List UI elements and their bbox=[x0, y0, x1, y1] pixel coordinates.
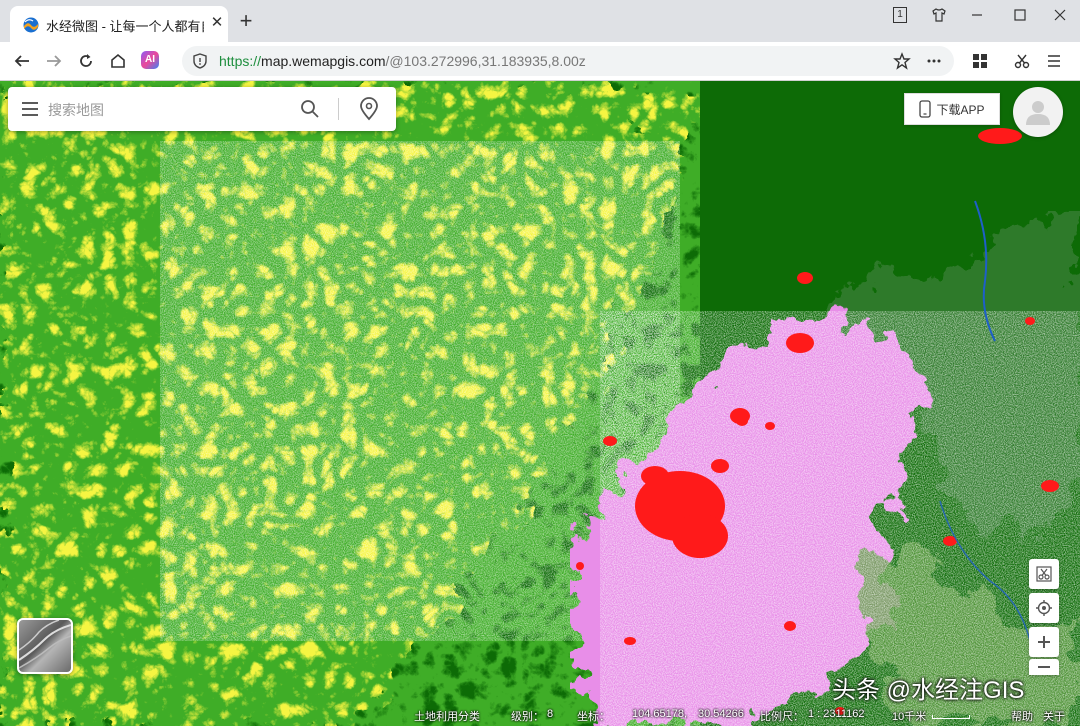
plus-icon bbox=[1038, 636, 1050, 648]
ai-extension-icon[interactable]: AI bbox=[141, 51, 159, 69]
scale-bar-label: 10千米 bbox=[892, 711, 927, 723]
location-pin-icon[interactable] bbox=[359, 97, 379, 121]
download-app-label: 下载APP bbox=[936, 102, 985, 117]
browser-toolbar: AI https://map.wemapgis.com/@103.272996,… bbox=[0, 42, 1080, 81]
map-status-bar: 土地利用分类 级别： 8 坐标： 104.65178, 30.54266 比例尺… bbox=[0, 704, 1080, 726]
level-value: 8 bbox=[547, 708, 554, 720]
title-bar: 水经微图 - 让每一个人都有自 ✕ + 1 bbox=[0, 0, 1080, 42]
scale-bar bbox=[932, 715, 970, 719]
hamburger-menu-icon[interactable] bbox=[21, 101, 39, 117]
coord-lat: 30.54266 bbox=[698, 708, 744, 720]
level-label: 级别： bbox=[511, 711, 544, 723]
url-text[interactable]: https://map.wemapgis.com/@103.272996,31.… bbox=[219, 53, 586, 69]
phone-icon bbox=[919, 100, 932, 118]
search-input[interactable] bbox=[46, 97, 290, 123]
new-tab-icon[interactable]: + bbox=[236, 10, 256, 32]
basemap-switcher[interactable] bbox=[17, 618, 73, 674]
apps-grid-icon[interactable] bbox=[968, 49, 992, 73]
scale-value: 1 : 2311162 bbox=[808, 708, 865, 720]
home-icon[interactable] bbox=[106, 49, 130, 73]
map-search-box bbox=[8, 87, 396, 131]
menu-icon[interactable] bbox=[1042, 49, 1066, 73]
wemap-favicon-icon bbox=[23, 17, 39, 33]
browser-tab[interactable]: 水经微图 - 让每一个人都有自 ✕ bbox=[10, 6, 228, 42]
more-dots-icon[interactable] bbox=[922, 49, 946, 73]
land-use-map-image bbox=[0, 81, 1080, 726]
close-window-icon[interactable] bbox=[1046, 4, 1074, 26]
screenshot-tool-button[interactable] bbox=[1029, 559, 1059, 589]
tab-title: 水经微图 - 让每一个人都有自 bbox=[46, 19, 204, 34]
search-icon[interactable] bbox=[300, 99, 320, 119]
coord-label: 坐标： bbox=[577, 711, 610, 723]
layer-name: 土地利用分类 bbox=[414, 711, 480, 723]
address-bar[interactable]: https://map.wemapgis.com/@103.272996,31.… bbox=[182, 46, 954, 76]
zoom-out-button[interactable] bbox=[1029, 659, 1059, 675]
skin-shirt-icon[interactable] bbox=[925, 4, 953, 26]
minus-icon bbox=[1038, 666, 1050, 668]
watermark: 头条 @水经注GIS bbox=[832, 677, 1025, 704]
maximize-icon[interactable] bbox=[1006, 4, 1034, 26]
crosshair-icon bbox=[1036, 600, 1052, 616]
minimize-icon[interactable] bbox=[963, 4, 991, 26]
coord-lon: 104.65178, bbox=[632, 708, 688, 720]
user-avatar[interactable] bbox=[1013, 87, 1063, 137]
crop-scissors-icon bbox=[1036, 566, 1052, 582]
search-divider bbox=[338, 98, 339, 120]
reload-icon[interactable] bbox=[74, 49, 98, 73]
bookmark-star-icon[interactable] bbox=[890, 49, 914, 73]
zoom-in-button[interactable] bbox=[1029, 627, 1059, 657]
terrain-thumbnail-icon bbox=[19, 620, 71, 669]
window-count-badge[interactable]: 1 bbox=[886, 4, 914, 26]
tab-close-icon[interactable]: ✕ bbox=[209, 15, 225, 31]
user-icon bbox=[1026, 101, 1050, 125]
scale-label: 比例尺： bbox=[760, 711, 804, 723]
download-app-button[interactable]: 下载APP bbox=[904, 93, 1000, 125]
back-icon[interactable] bbox=[10, 49, 34, 73]
site-shield-icon[interactable] bbox=[192, 53, 208, 69]
about-link[interactable]: 关于 bbox=[1043, 708, 1065, 724]
locate-me-button[interactable] bbox=[1029, 593, 1059, 623]
scissors-icon[interactable] bbox=[1010, 49, 1034, 73]
help-link[interactable]: 帮助 bbox=[1011, 708, 1033, 724]
forward-icon[interactable] bbox=[42, 49, 66, 73]
map-canvas[interactable]: 下载APP 头条 @水经注GIS 土地利用分类 级别： 8 坐标： 104.65… bbox=[0, 81, 1080, 726]
